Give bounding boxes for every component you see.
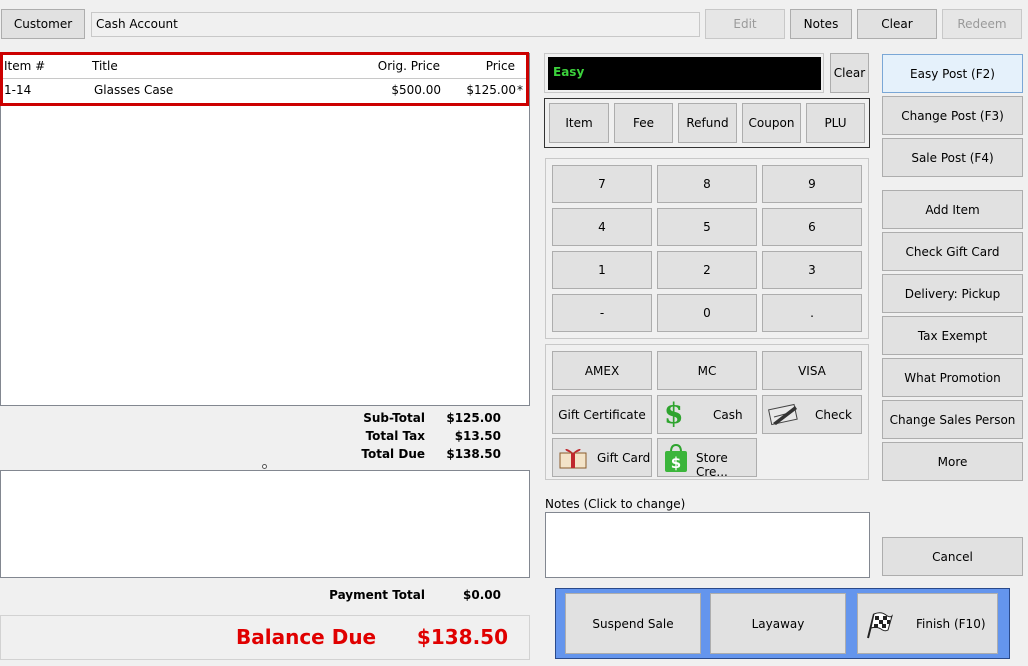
key-5[interactable]: 5 <box>657 208 757 246</box>
key-2[interactable]: 2 <box>657 251 757 289</box>
entry-type-fee[interactable]: Fee <box>614 103 673 143</box>
dollar-icon: $ <box>664 397 684 430</box>
col-header-title: Title <box>92 59 118 73</box>
layaway-button[interactable]: Layaway <box>710 593 846 654</box>
subtotal-value: $125.00 <box>446 411 501 425</box>
change-sales-person-button[interactable]: Change Sales Person <box>882 400 1023 439</box>
key-3[interactable]: 3 <box>762 251 862 289</box>
balance-due-value: $138.50 <box>416 625 508 649</box>
change-post-button[interactable]: Change Post (F3) <box>882 96 1023 135</box>
key-4[interactable]: 4 <box>552 208 652 246</box>
visa-button[interactable]: VISA <box>762 351 862 390</box>
shopping-bag-icon: $ <box>663 443 689 476</box>
col-header-orig-price: Orig. Price <box>377 59 440 73</box>
store-credit-button[interactable]: $ Store Cre... <box>657 438 757 479</box>
check-gift-card-button[interactable]: Check Gift Card <box>882 232 1023 271</box>
col-header-price: Price <box>485 59 515 73</box>
key-1[interactable]: 1 <box>552 251 652 289</box>
entry-mode-text: Easy <box>553 65 585 79</box>
add-item-button[interactable]: Add Item <box>882 190 1023 229</box>
checkered-flag-icon <box>864 610 894 643</box>
check-icon <box>767 401 799 432</box>
cash-label: Cash <box>713 408 743 422</box>
balance-due-label: Balance Due <box>236 625 377 649</box>
sale-post-button[interactable]: Sale Post (F4) <box>882 138 1023 177</box>
amex-button[interactable]: AMEX <box>552 351 652 390</box>
tax-exempt-button[interactable]: Tax Exempt <box>882 316 1023 355</box>
gift-certificate-button[interactable]: Gift Certificate <box>552 395 652 434</box>
delivery-button[interactable]: Delivery: Pickup <box>882 274 1023 313</box>
key-7[interactable]: 7 <box>552 165 652 203</box>
notes-button[interactable]: Notes <box>790 9 852 39</box>
key-dot[interactable]: . <box>762 294 862 332</box>
entry-clear-button[interactable]: Clear <box>830 53 869 93</box>
store-credit-label: Store Cre... <box>696 451 728 479</box>
gift-icon <box>557 445 589 474</box>
resize-handle[interactable] <box>262 464 267 469</box>
col-header-item: Item # <box>4 59 46 73</box>
svg-text:$: $ <box>671 454 681 472</box>
check-button[interactable]: Check <box>762 395 862 434</box>
suspend-sale-button[interactable]: Suspend Sale <box>565 593 701 654</box>
entry-type-item[interactable]: Item <box>549 103 609 143</box>
mc-button[interactable]: MC <box>657 351 757 390</box>
more-button[interactable]: More <box>882 442 1023 481</box>
check-label: Check <box>815 408 852 422</box>
customer-field[interactable]: Cash Account <box>91 12 700 37</box>
total-due-label: Total Due <box>361 447 425 461</box>
finish-button[interactable]: Finish (F10) <box>857 593 998 654</box>
subtotal-label: Sub-Total <box>363 411 425 425</box>
customer-button[interactable]: Customer <box>1 9 85 39</box>
cell-price-flag: * <box>517 83 523 97</box>
cell-orig-price: $500.00 <box>391 83 441 97</box>
cell-item: 1-14 <box>4 83 32 97</box>
table-row[interactable]: 1-14 Glasses Case $500.00 $125.00 * <box>3 80 526 100</box>
notes-box[interactable] <box>545 512 870 578</box>
key-minus[interactable]: - <box>552 294 652 332</box>
tax-value: $13.50 <box>454 429 501 443</box>
header-divider <box>3 78 526 79</box>
customer-value: Cash Account <box>96 17 178 31</box>
clear-top-button[interactable]: Clear <box>857 9 937 39</box>
tax-label: Total Tax <box>365 429 425 443</box>
notes-label: Notes (Click to change) <box>545 497 686 511</box>
redeem-button[interactable]: Redeem <box>942 9 1022 39</box>
key-8[interactable]: 8 <box>657 165 757 203</box>
key-9[interactable]: 9 <box>762 165 862 203</box>
gift-card-button[interactable]: Gift Card <box>552 438 652 477</box>
entry-type-plu[interactable]: PLU <box>806 103 865 143</box>
entry-display[interactable]: Easy <box>548 57 821 90</box>
edit-button[interactable]: Edit <box>705 9 785 39</box>
easy-post-button[interactable]: Easy Post (F2) <box>882 54 1023 93</box>
entry-type-coupon[interactable]: Coupon <box>742 103 801 143</box>
finish-label: Finish (F10) <box>916 617 986 631</box>
total-due-value: $138.50 <box>446 447 501 461</box>
cell-price: $125.00 <box>466 83 516 97</box>
payment-total-label: Payment Total <box>329 588 425 602</box>
payments-list[interactable] <box>0 470 530 578</box>
cancel-button[interactable]: Cancel <box>882 537 1023 576</box>
what-promotion-button[interactable]: What Promotion <box>882 358 1023 397</box>
key-6[interactable]: 6 <box>762 208 862 246</box>
payment-total-value: $0.00 <box>463 588 501 602</box>
gift-card-label: Gift Card <box>597 451 651 465</box>
cash-button[interactable]: $ Cash <box>657 395 757 434</box>
key-0[interactable]: 0 <box>657 294 757 332</box>
cell-title: Glasses Case <box>94 83 174 97</box>
entry-type-refund[interactable]: Refund <box>678 103 737 143</box>
